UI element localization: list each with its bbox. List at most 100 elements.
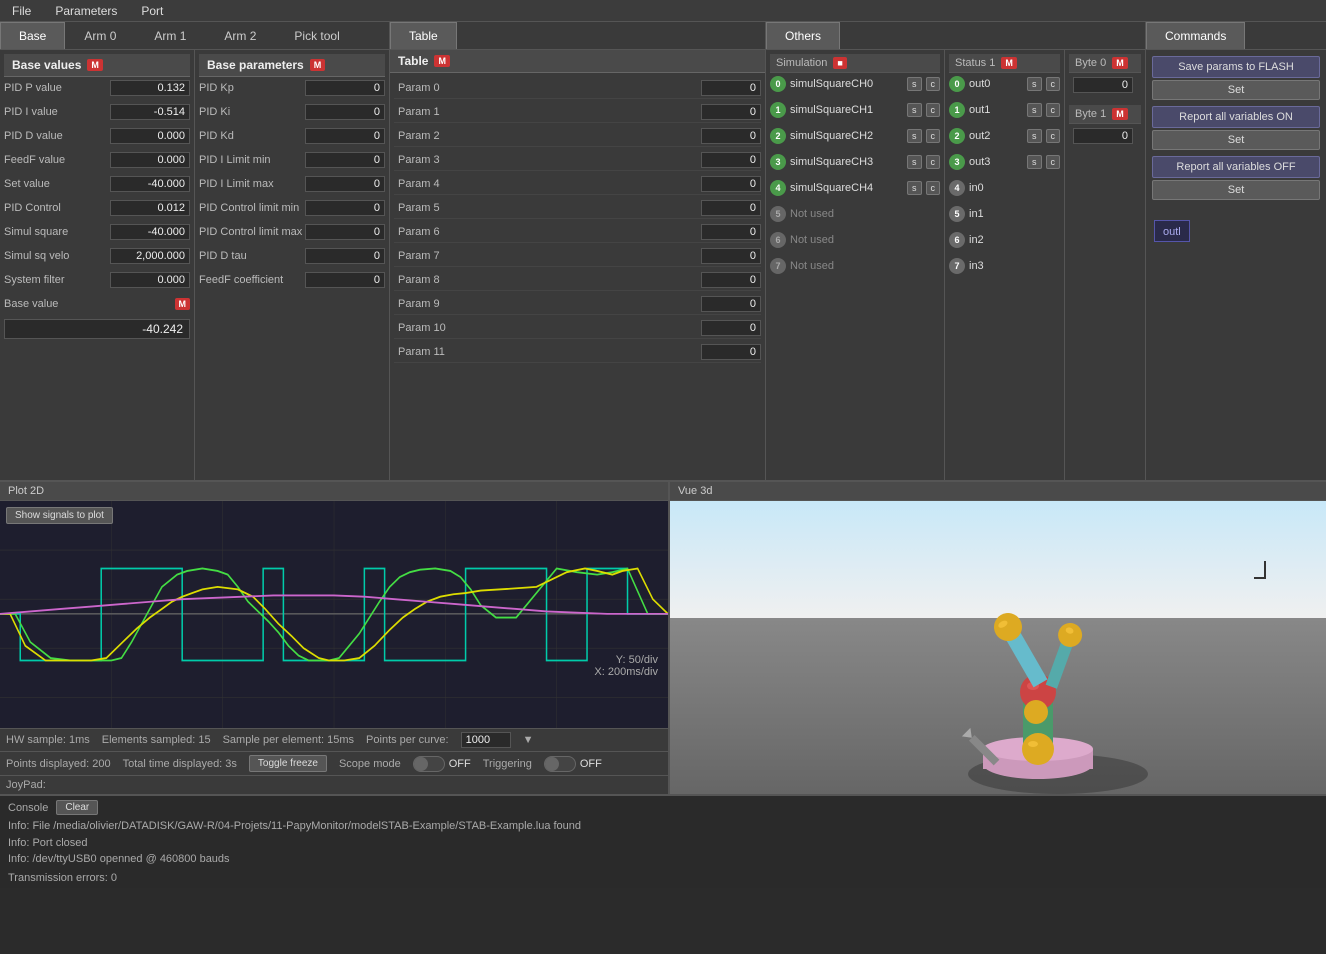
param-0-value[interactable] (701, 80, 761, 96)
byte1-badge: M (1112, 108, 1128, 120)
status1-badge: M (1001, 57, 1017, 69)
sim-btn-s-4[interactable]: s (907, 181, 922, 195)
param-4-value[interactable] (701, 176, 761, 192)
param-ctrl-lim-max-value[interactable] (305, 224, 385, 240)
show-signals-btn[interactable]: Show signals to plot (6, 507, 113, 524)
vue3d-section: Vue 3d (670, 482, 1326, 794)
param-2-value[interactable] (701, 128, 761, 144)
param-6-value[interactable] (701, 224, 761, 240)
robot-arm-svg (908, 564, 1208, 794)
commands-tabs: Commands (1146, 22, 1326, 50)
plot-area[interactable]: Show signals to plot (0, 501, 668, 728)
menu-port[interactable]: Port (129, 2, 175, 20)
plot-controls-2: Points displayed: 200 Total time display… (0, 751, 668, 775)
param-feedf-coeff: FeedF coefficient (199, 269, 385, 291)
param-i-lim-max-value[interactable] (305, 176, 385, 192)
param-ki-value[interactable] (305, 104, 385, 120)
field-feedf-value[interactable] (110, 152, 190, 168)
param-3-label: Param 3 (394, 154, 701, 166)
field-feedf-label: FeedF value (4, 154, 110, 166)
tab-arm0[interactable]: Arm 0 (65, 22, 135, 49)
param-5-value[interactable] (701, 200, 761, 216)
toggle-freeze-btn[interactable]: Toggle freeze (249, 755, 327, 772)
field-sys-filter-value[interactable] (110, 272, 190, 288)
byte1-value[interactable] (1073, 128, 1133, 144)
param-i-lim-max-label: PID I Limit max (199, 178, 305, 190)
clear-btn[interactable]: Clear (56, 800, 98, 815)
status-btn-c-3[interactable]: c (1046, 155, 1061, 169)
param-8-value[interactable] (701, 272, 761, 288)
sim-num-2: 2 (770, 128, 786, 144)
set-btn-2[interactable]: Set (1152, 130, 1320, 150)
param-kd-value[interactable] (305, 128, 385, 144)
points-per-label: Points per curve: (366, 734, 449, 746)
param-kp-value[interactable] (305, 80, 385, 96)
tab-table[interactable]: Table (390, 22, 457, 49)
table-row: Param 9 (394, 293, 761, 315)
tab-picktool[interactable]: Pick tool (275, 22, 358, 49)
param-i-lim-min-value[interactable] (305, 152, 385, 168)
sim-btn-c-0[interactable]: c (926, 77, 941, 91)
tab-commands[interactable]: Commands (1146, 22, 1245, 49)
set-btn-1[interactable]: Set (1152, 80, 1320, 100)
sim-btn-c-2[interactable]: c (926, 129, 941, 143)
field-simul-sq-velo-value[interactable] (110, 248, 190, 264)
param-7-value[interactable] (701, 248, 761, 264)
menu-parameters[interactable]: Parameters (43, 2, 129, 20)
field-pid-d: PID D value (4, 125, 190, 147)
tab-base[interactable]: Base (0, 22, 65, 49)
param-3-value[interactable] (701, 152, 761, 168)
status-btn-c-0[interactable]: c (1046, 77, 1061, 91)
set-btn-3[interactable]: Set (1152, 180, 1320, 200)
points-per-arrow[interactable]: ▼ (523, 734, 534, 746)
menu-file[interactable]: File (0, 2, 43, 20)
byte0-header: Byte 0 M (1069, 54, 1141, 73)
left-tabs: Base Arm 0 Arm 1 Arm 2 Pick tool (0, 22, 389, 50)
field-simul-sq-value[interactable] (110, 224, 190, 240)
byte0-badge: M (1112, 57, 1128, 69)
sim-btn-s-0[interactable]: s (907, 77, 922, 91)
field-pid-p-value[interactable] (110, 80, 190, 96)
sim-btn-s-1[interactable]: s (907, 103, 922, 117)
field-set-val[interactable] (110, 176, 190, 192)
sim-btn-c-3[interactable]: c (926, 155, 941, 169)
others-content: Simulation ■ 0 simulSquareCH0 s c 1 simu… (766, 50, 1145, 480)
report-off-btn[interactable]: Report all variables OFF (1152, 156, 1320, 178)
status-btn-s-3[interactable]: s (1027, 155, 1042, 169)
param-11-value[interactable] (701, 344, 761, 360)
status-btn-c-2[interactable]: c (1046, 129, 1061, 143)
vue3d-canvas[interactable] (670, 501, 1326, 794)
triggering-toggle[interactable]: OFF (544, 756, 602, 772)
param-10-value[interactable] (701, 320, 761, 336)
status-btn-s-1[interactable]: s (1027, 103, 1042, 117)
sample-per-label: Sample per element: 15ms (223, 734, 354, 746)
param-kp: PID Kp (199, 77, 385, 99)
save-params-btn[interactable]: Save params to FLASH (1152, 56, 1320, 78)
status1-header: Status 1 M (949, 54, 1060, 73)
tab-others[interactable]: Others (766, 22, 840, 49)
tab-arm2[interactable]: Arm 2 (205, 22, 275, 49)
byte0-value[interactable] (1073, 77, 1133, 93)
param-d-tau-value[interactable] (305, 248, 385, 264)
sim-label-2: simulSquareCH2 (790, 130, 903, 142)
base-large-value[interactable] (4, 319, 190, 339)
sim-btn-c-4[interactable]: c (926, 181, 941, 195)
status-btn-c-1[interactable]: c (1046, 103, 1061, 117)
sim-btn-s-2[interactable]: s (907, 129, 922, 143)
param-ctrl-lim-min-value[interactable] (305, 200, 385, 216)
param-feedf-coeff-value[interactable] (305, 272, 385, 288)
status-btn-s-2[interactable]: s (1027, 129, 1042, 143)
sim-btn-c-1[interactable]: c (926, 103, 941, 117)
scope-mode-toggle[interactable]: OFF (413, 756, 471, 772)
status-btn-s-0[interactable]: s (1027, 77, 1042, 91)
param-1-value[interactable] (701, 104, 761, 120)
field-pid-i-value[interactable] (110, 104, 190, 120)
field-pid-d-value[interactable] (110, 128, 190, 144)
points-per-value[interactable] (461, 732, 511, 748)
report-on-btn[interactable]: Report all variables ON (1152, 106, 1320, 128)
param-9-value[interactable] (701, 296, 761, 312)
tab-arm1[interactable]: Arm 1 (135, 22, 205, 49)
sim-btn-s-3[interactable]: s (907, 155, 922, 169)
field-pid-ctrl-value[interactable] (110, 200, 190, 216)
sim-row-1: 1 simulSquareCH1 s c (770, 99, 940, 121)
